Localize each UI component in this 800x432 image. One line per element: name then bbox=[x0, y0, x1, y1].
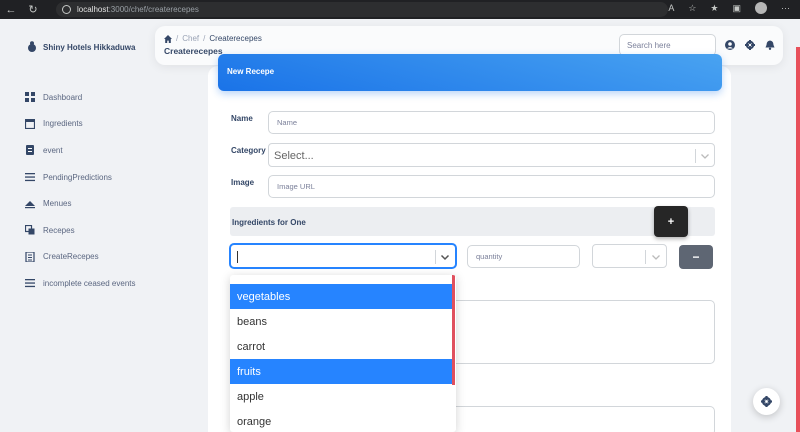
chevron-down-icon[interactable] bbox=[700, 151, 710, 161]
logo-icon bbox=[28, 41, 36, 52]
form-icon bbox=[25, 251, 35, 262]
chevron-down-icon[interactable] bbox=[651, 252, 661, 262]
sidebar-item-pendingpredictions[interactable]: PendingPredictions bbox=[25, 164, 136, 191]
sidebar-item-label: Ingredients bbox=[43, 119, 83, 129]
ingredient-select[interactable] bbox=[230, 244, 456, 268]
sidebar-item-event[interactable]: event bbox=[25, 137, 136, 164]
sidebar-item-label: PendingPredictions bbox=[43, 172, 112, 182]
url-path: :3000/chef/createrecepes bbox=[108, 5, 199, 14]
dropdown-scrollbar[interactable] bbox=[452, 275, 455, 385]
category-select[interactable]: Select... bbox=[268, 143, 715, 167]
name-label: Name bbox=[231, 114, 253, 123]
gear-icon[interactable] bbox=[745, 40, 755, 50]
ingredients-header: Ingredients for One bbox=[230, 207, 715, 236]
page-scrollbar[interactable] bbox=[796, 47, 800, 432]
chevron-down-icon[interactable] bbox=[440, 252, 450, 262]
sidebar-item-ingredients[interactable]: Ingredients bbox=[25, 111, 136, 138]
favorites-bar-icon[interactable]: ★ bbox=[710, 3, 718, 14]
favorite-icon[interactable]: ☆ bbox=[688, 3, 696, 14]
image-label: Image bbox=[231, 178, 255, 187]
menu-icon bbox=[25, 200, 35, 208]
sidebar-item-incomplete-ceased-events[interactable]: incomplete ceased events bbox=[25, 270, 136, 297]
image-url-input[interactable]: Image URL bbox=[268, 175, 715, 198]
ingredient-dropdown: vegetables beans carrot fruits apple ora… bbox=[230, 275, 456, 432]
sidebar-item-label: incomplete ceased events bbox=[43, 278, 136, 288]
name-input[interactable]: Name bbox=[268, 111, 715, 134]
add-ingredient-button[interactable]: + bbox=[654, 206, 688, 237]
read-aloud-icon[interactable]: A bbox=[668, 3, 674, 13]
dropdown-option[interactable]: carrot bbox=[230, 334, 452, 359]
list-icon bbox=[25, 279, 35, 288]
collections-icon[interactable]: ▣ bbox=[732, 3, 741, 14]
profile-avatar[interactable] bbox=[755, 2, 767, 14]
sidebar-item-label: Dashboard bbox=[43, 92, 83, 102]
ingredients-title: Ingredients for One bbox=[232, 218, 306, 227]
list-icon bbox=[25, 173, 35, 182]
breadcrumb-current: Createrecepes bbox=[209, 34, 262, 43]
gear-icon bbox=[761, 396, 772, 407]
category-select-value: Select... bbox=[274, 150, 314, 162]
search-input[interactable]: Search here bbox=[619, 34, 716, 56]
account-icon[interactable] bbox=[725, 40, 735, 50]
site-info-icon[interactable] bbox=[62, 5, 71, 14]
category-label: Category bbox=[231, 146, 266, 155]
quantity-input[interactable]: quantity bbox=[467, 245, 580, 268]
unit-select[interactable] bbox=[592, 244, 667, 268]
page-title: Createrecepes bbox=[164, 46, 223, 56]
sidebar-item-recepes[interactable]: Recepes bbox=[25, 217, 136, 244]
select-divider bbox=[645, 250, 646, 264]
sidebar-item-createrecepes[interactable]: CreateRecepes bbox=[25, 244, 136, 271]
back-icon[interactable]: ← bbox=[0, 4, 22, 16]
sidebar-item-menues[interactable]: Menues bbox=[25, 190, 136, 217]
breadcrumb-separator: / bbox=[176, 34, 179, 43]
bell-icon[interactable] bbox=[765, 40, 775, 50]
url-host: localhost bbox=[77, 5, 109, 14]
reload-icon[interactable]: ↻ bbox=[22, 3, 44, 16]
dropdown-option[interactable]: apple bbox=[230, 384, 452, 409]
more-icon[interactable]: ··· bbox=[781, 3, 790, 13]
brand-name: Shiny Hotels Hikkaduwa bbox=[43, 42, 136, 52]
sidebar-item-label: CreateRecepes bbox=[43, 252, 99, 262]
receipt-icon bbox=[26, 145, 34, 156]
settings-fab[interactable] bbox=[753, 388, 780, 415]
table-icon bbox=[25, 118, 35, 129]
card-header: New Recepe bbox=[218, 54, 722, 91]
sidebar-item-label: event bbox=[43, 145, 63, 155]
sidebar-menu: Dashboard Ingredients event PendingPredi… bbox=[25, 84, 136, 297]
copy-icon bbox=[25, 225, 35, 235]
breadcrumb-separator: / bbox=[203, 34, 206, 43]
address-bar[interactable]: localhost :3000/chef/createrecepes bbox=[56, 2, 668, 17]
text-cursor bbox=[237, 251, 238, 263]
browser-toolbar: ← ↻ localhost :3000/chef/createrecepes A… bbox=[0, 0, 800, 19]
dropdown-option[interactable]: fruits bbox=[230, 359, 452, 384]
dropdown-option[interactable]: beans bbox=[230, 309, 452, 334]
remove-ingredient-button[interactable]: − bbox=[679, 245, 713, 269]
dashboard-icon bbox=[25, 92, 35, 103]
card-title: New Recepe bbox=[227, 67, 275, 76]
breadcrumb: / Chef / Createrecepes bbox=[164, 34, 262, 43]
sidebar-item-label: Menues bbox=[43, 199, 72, 209]
brand[interactable]: Shiny Hotels Hikkaduwa bbox=[27, 41, 135, 53]
breadcrumb-chef[interactable]: Chef bbox=[182, 34, 199, 43]
dropdown-option[interactable]: orange bbox=[230, 409, 452, 432]
sidebar-item-label: Recepes bbox=[43, 225, 75, 235]
sidebar-item-dashboard[interactable]: Dashboard bbox=[25, 84, 136, 111]
home-icon[interactable] bbox=[164, 34, 172, 43]
dropdown-option[interactable]: vegetables bbox=[230, 284, 452, 309]
select-divider bbox=[435, 250, 436, 264]
select-divider bbox=[695, 149, 696, 163]
